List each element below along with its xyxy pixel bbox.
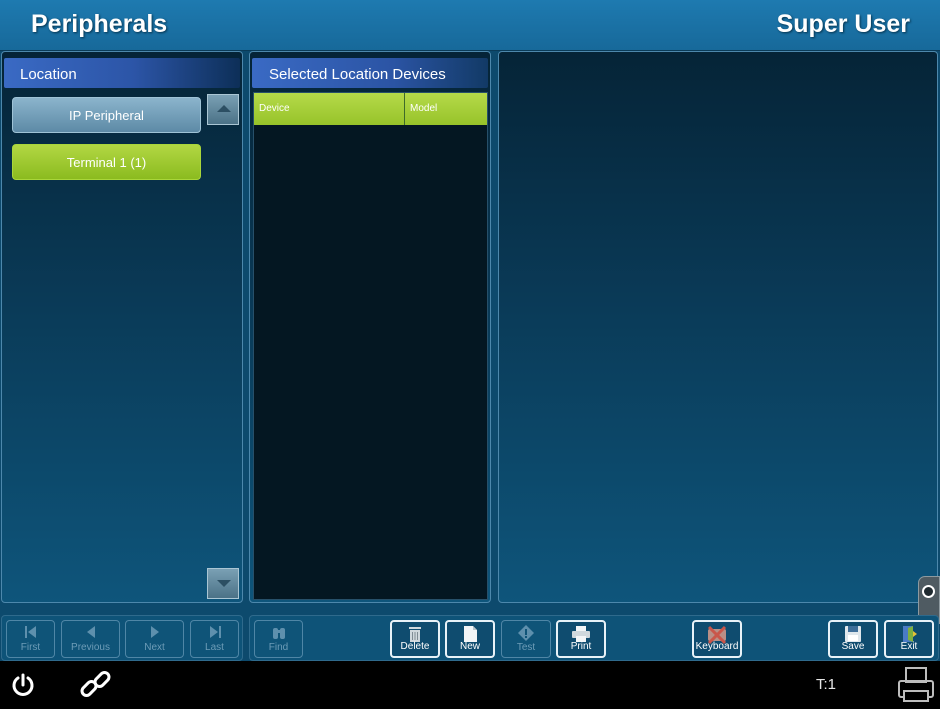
status-bar: T:1: [0, 661, 940, 709]
first-button[interactable]: First: [6, 620, 55, 658]
current-user: Super User: [776, 10, 910, 38]
last-label: Last: [205, 642, 224, 653]
keyboard-button[interactable]: Keyboard: [692, 620, 742, 658]
find-label: Find: [268, 642, 289, 653]
column-header-device[interactable]: Device: [254, 93, 405, 125]
save-button[interactable]: Save: [828, 620, 878, 658]
previous-button[interactable]: Previous: [61, 620, 120, 658]
new-button[interactable]: New: [445, 620, 495, 658]
device-detail-panel: [498, 51, 938, 603]
arrow-down-icon: [217, 580, 231, 587]
next-label: Next: [144, 642, 165, 653]
exit-label: Exit: [900, 641, 918, 652]
binoculars-icon: [272, 628, 285, 639]
first-label: First: [20, 642, 41, 653]
test-icon: [518, 625, 534, 641]
test-button[interactable]: Test: [501, 620, 551, 658]
location-panel: Location IP Peripheral Terminal 1 (1): [1, 51, 243, 603]
location-item-terminal-1[interactable]: Terminal 1 (1): [12, 144, 201, 180]
previous-icon: [86, 626, 95, 638]
selected-location-devices-panel: Selected Location Devices Device Model: [249, 51, 491, 603]
next-button[interactable]: Next: [125, 620, 184, 658]
delete-label: Delete: [400, 641, 430, 652]
print-button[interactable]: Print: [556, 620, 606, 658]
terminal-id: T:1: [816, 676, 837, 693]
find-button[interactable]: Find: [254, 620, 303, 658]
link-icon[interactable]: [78, 669, 114, 701]
scroll-up-button[interactable]: [207, 94, 239, 125]
print-label: Print: [570, 641, 592, 652]
first-icon: [24, 626, 36, 638]
device-table[interactable]: Device Model: [253, 92, 488, 600]
receipt-printer-icon[interactable]: [896, 665, 936, 705]
previous-label: Previous: [71, 642, 110, 653]
save-label: Save: [841, 641, 865, 652]
last-button[interactable]: Last: [190, 620, 239, 658]
arrow-up-icon: [217, 105, 231, 112]
next-icon: [150, 626, 159, 638]
page-title: Peripherals: [31, 10, 168, 38]
keyboard-label: Keyboard: [695, 641, 739, 652]
delete-button[interactable]: Delete: [390, 620, 440, 658]
power-icon[interactable]: [10, 672, 36, 698]
scroll-down-button[interactable]: [207, 568, 239, 599]
devices-panel-header: Selected Location Devices: [252, 58, 488, 88]
new-label: New: [459, 641, 480, 652]
title-bar: Peripherals Super User: [0, 0, 940, 51]
device-table-header: Device Model: [254, 93, 487, 125]
exit-button[interactable]: Exit: [884, 620, 934, 658]
test-label: Test: [516, 642, 536, 653]
location-item-ip-peripheral[interactable]: IP Peripheral: [12, 97, 201, 133]
column-header-model[interactable]: Model: [405, 93, 487, 125]
last-icon: [209, 626, 221, 638]
location-panel-header: Location: [4, 58, 240, 88]
expand-icon: [922, 585, 935, 598]
